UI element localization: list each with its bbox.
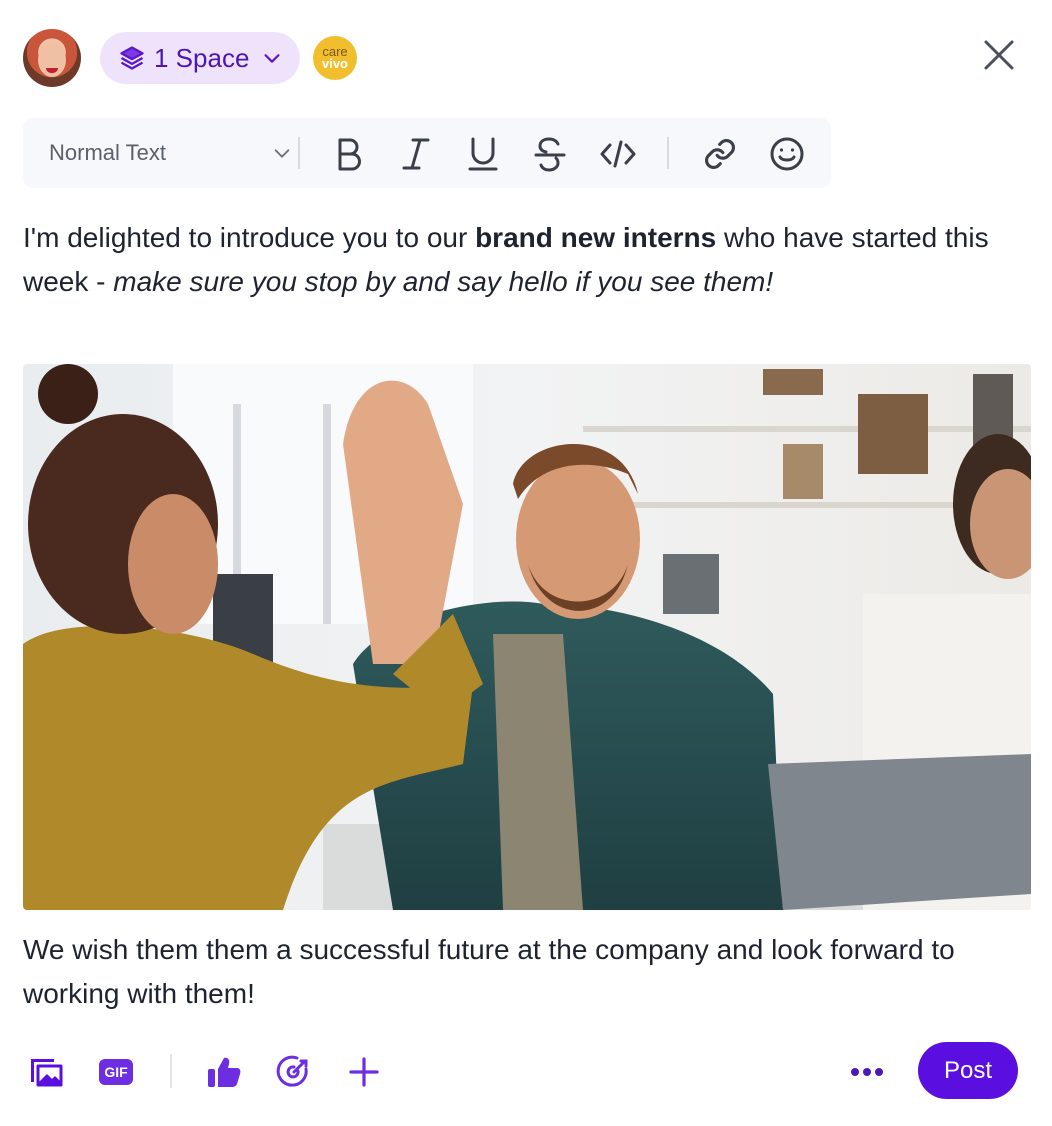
underline-icon <box>468 137 498 171</box>
gif-label: GIF <box>104 1064 128 1080</box>
thumbs-up-icon <box>208 1057 241 1087</box>
post-button[interactable]: Post <box>918 1042 1018 1099</box>
intro-bold-text: brand new interns <box>475 222 717 253</box>
text-style-label: Normal Text <box>49 140 166 165</box>
chevron-down-icon <box>271 142 293 169</box>
link-button[interactable] <box>698 132 742 176</box>
italic-button[interactable] <box>394 132 438 176</box>
code-icon <box>600 140 636 168</box>
target-button[interactable] <box>272 1050 316 1094</box>
space-selector-label: 1 Space <box>154 42 250 73</box>
close-button[interactable] <box>982 38 1016 72</box>
intro-text: I'm delighted to introduce you to our <box>23 222 476 253</box>
more-options-button[interactable] <box>845 1050 889 1094</box>
layers-icon <box>118 44 146 72</box>
italic-icon <box>402 138 430 170</box>
format-toolbar: Normal Text <box>23 118 831 188</box>
underline-button[interactable] <box>461 132 505 176</box>
gif-button[interactable]: GIF <box>94 1050 138 1094</box>
gif-icon: GIF <box>99 1059 133 1085</box>
avatar[interactable] <box>23 29 81 87</box>
bold-button[interactable] <box>327 132 371 176</box>
plus-icon <box>349 1057 379 1087</box>
post-image[interactable] <box>23 364 1031 910</box>
strikethrough-button[interactable] <box>528 132 572 176</box>
emoji-button[interactable] <box>765 132 809 176</box>
smiley-icon <box>770 137 804 171</box>
brand-logo: care vivo <box>313 36 357 80</box>
more-icon <box>851 1068 883 1076</box>
like-button[interactable] <box>202 1050 246 1094</box>
bold-icon <box>338 138 361 171</box>
text-style-dropdown[interactable]: Normal Text <box>49 118 299 188</box>
link-icon <box>705 139 735 169</box>
code-button[interactable] <box>596 132 640 176</box>
post-intro-text[interactable]: I'm delighted to introduce you to our br… <box>23 216 1033 304</box>
post-closing-text[interactable]: We wish them them a successful future at… <box>23 928 1033 1016</box>
add-button[interactable] <box>342 1050 386 1094</box>
image-gallery-icon <box>31 1059 63 1087</box>
intro-italic-text: make sure you stop by and say hello if y… <box>113 266 774 297</box>
space-selector[interactable]: 1 Space <box>100 32 300 84</box>
chevron-down-icon <box>261 47 283 69</box>
brand-logo-line2: vivo <box>321 56 348 71</box>
toolbar-divider <box>298 137 300 169</box>
toolbar-divider <box>667 137 669 169</box>
footer-divider <box>170 1054 172 1088</box>
close-icon <box>984 40 1014 70</box>
strikethrough-icon <box>534 137 566 172</box>
add-image-button[interactable] <box>24 1050 68 1094</box>
target-icon <box>276 1055 308 1087</box>
